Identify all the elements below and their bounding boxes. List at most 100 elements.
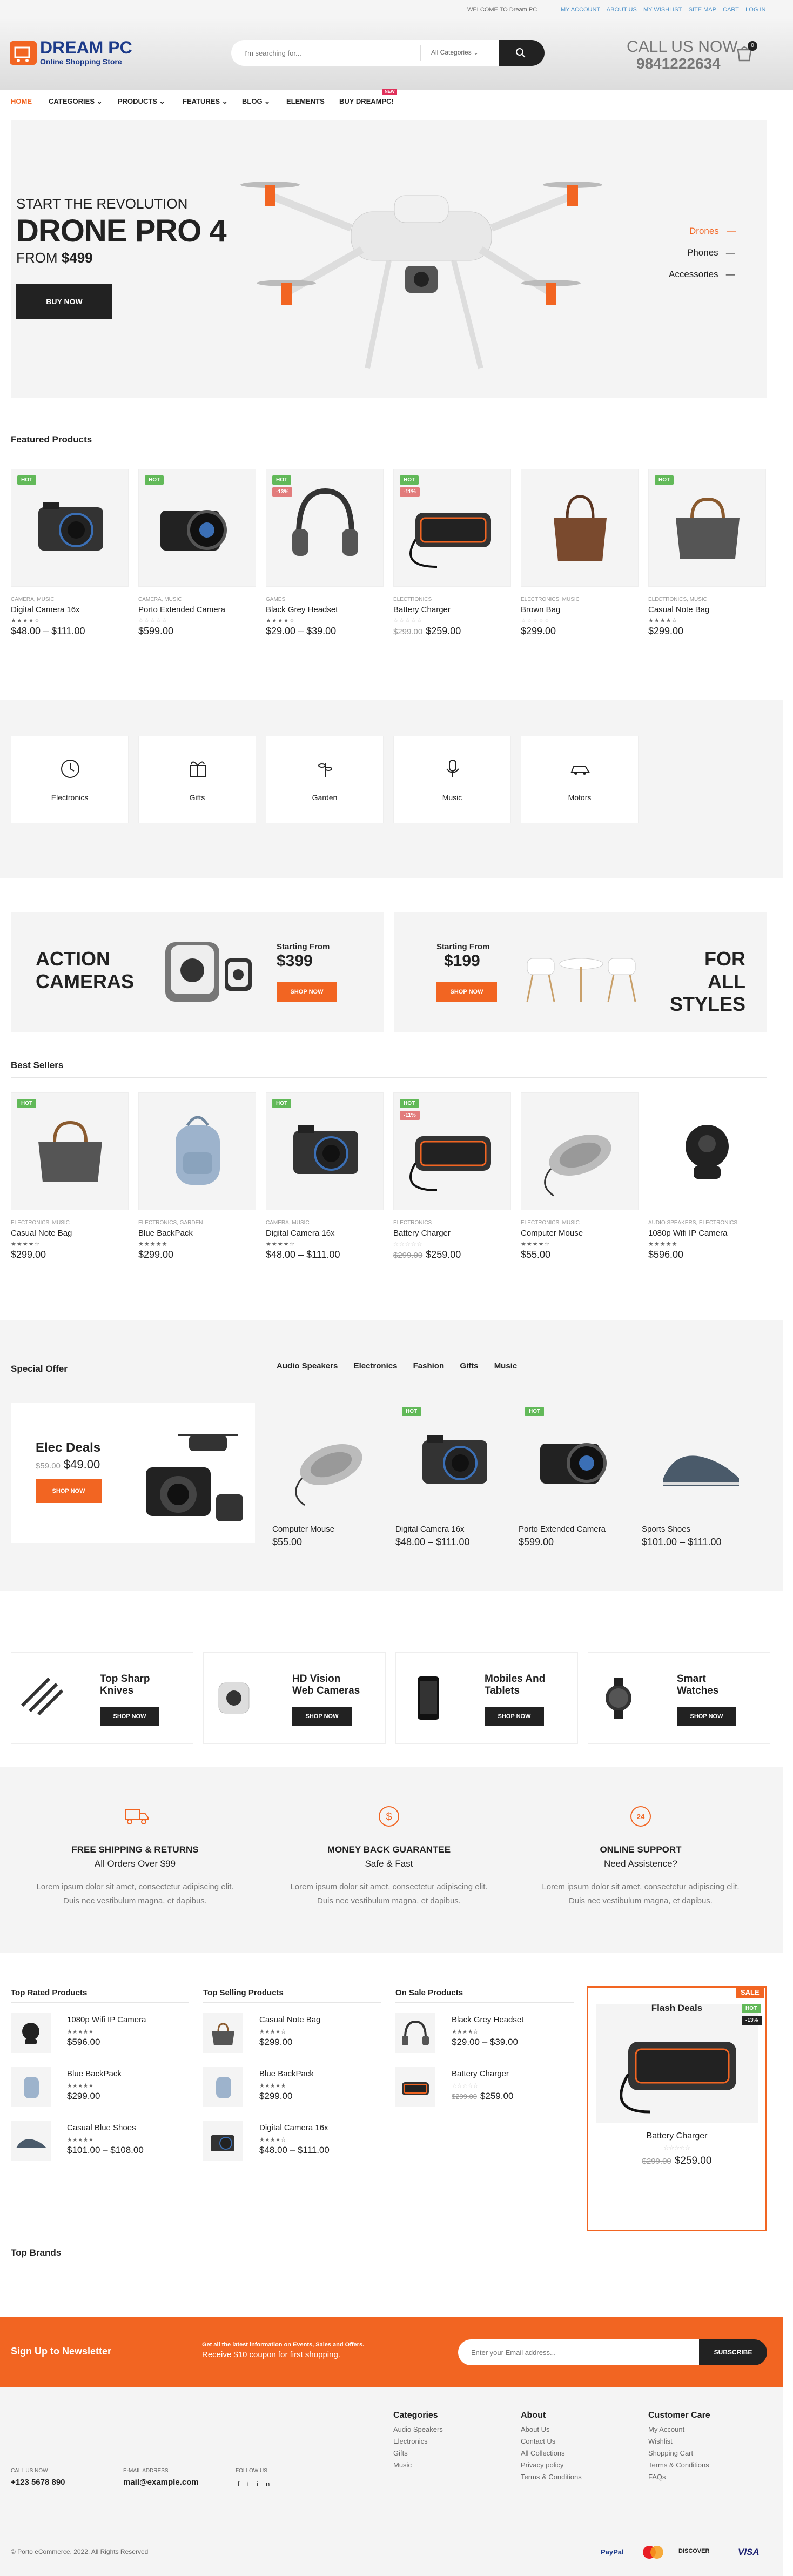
product-card[interactable]: ELECTRONICS, GARDEN Blue BackPack ★★★★★ $29… — [138, 1092, 256, 1260]
product-image[interactable] — [266, 469, 384, 587]
category-garden[interactable]: Garden — [266, 736, 384, 823]
product-name[interactable]: Porto Extended Camera — [519, 1525, 606, 1534]
product-category[interactable]: CAMERA, MUSIC — [138, 596, 256, 602]
my-wishlist-link[interactable]: MY WISHLIST — [643, 6, 682, 13]
product-image[interactable] — [648, 1092, 766, 1210]
product-card[interactable]: HOT ELECTRONICS, MUSIC Casual Note Bag ★★★★… — [648, 469, 766, 636]
list-item[interactable]: 1080p Wifi IP Camera ★★★★★ $596.00 — [11, 2013, 189, 2056]
product-category[interactable]: CAMERA, MUSIC — [11, 596, 129, 602]
hero-side-accessories[interactable]: Accessories — — [669, 269, 735, 280]
product-name[interactable]: Blue BackPack — [138, 1229, 193, 1238]
product-category[interactable]: CAMERA, MUSIC — [266, 1220, 384, 1226]
tab-audio-speakers[interactable]: Audio Speakers — [277, 1361, 338, 1371]
tab-fashion[interactable]: Fashion — [413, 1361, 445, 1371]
list-item[interactable]: Blue BackPack ★★★★★ $299.00 — [203, 2067, 381, 2110]
product-name[interactable]: Sports Shoes — [642, 1525, 690, 1534]
product-name[interactable]: Computer Mouse — [272, 1525, 334, 1534]
mini-banner-shop-now-button[interactable]: SHOP NOW — [677, 1707, 736, 1726]
category-music[interactable]: Music — [393, 736, 511, 823]
twitter-icon[interactable]: t — [247, 2480, 257, 2488]
list-item-name[interactable]: 1080p Wifi IP Camera — [67, 2015, 146, 2024]
facebook-icon[interactable]: f — [238, 2480, 247, 2488]
product-image[interactable] — [138, 469, 256, 587]
special-product-card[interactable]: HOT Digital Camera 16x $48.00 – $111.00 — [395, 1403, 509, 1548]
hero-side-phones[interactable]: Phones — — [687, 247, 735, 258]
product-name[interactable]: Battery Charger — [393, 605, 451, 614]
product-image[interactable] — [521, 1092, 639, 1210]
product-name[interactable]: Battery Charger — [393, 1229, 451, 1238]
deal-shop-now-button[interactable]: SHOP NOW — [36, 1479, 102, 1503]
tab-music[interactable]: Music — [494, 1361, 518, 1371]
nav-blog[interactable]: BLOG ⌄ — [242, 97, 270, 106]
list-item-thumbnail[interactable] — [395, 2013, 435, 2053]
list-item-name[interactable]: Casual Blue Shoes — [67, 2123, 136, 2132]
list-item[interactable]: Casual Note Bag ★★★★☆ $299.00 — [203, 2013, 381, 2056]
buy-now-button[interactable]: BUY NOW — [16, 284, 112, 319]
product-name[interactable]: Digital Camera 16x — [266, 1229, 335, 1238]
tab-gifts[interactable]: Gifts — [460, 1361, 478, 1371]
category-select[interactable]: All Categories ⌄ — [431, 49, 479, 56]
mini-banner[interactable]: Smart Watches SHOP NOW — [588, 1652, 770, 1744]
search-button[interactable] — [499, 40, 545, 66]
list-item[interactable]: Black Grey Headset ★★★★☆ $29.00 – $39.00 — [395, 2013, 574, 2056]
product-card[interactable]: HOT CAMERA, MUSIC Digital Camera 16x ★★★★☆ $… — [266, 1092, 384, 1260]
product-category[interactable]: ELECTRONICS, MUSIC — [521, 1220, 639, 1226]
list-item-name[interactable]: Casual Note Bag — [259, 2015, 320, 2024]
mini-banner-shop-now-button[interactable]: SHOP NOW — [292, 1707, 352, 1726]
list-item-thumbnail[interactable] — [11, 2013, 51, 2053]
for-all-styles-banner[interactable]: Starting From $199 SHOP NOW FOR ALL STYL… — [394, 912, 767, 1032]
mini-banner[interactable]: Top Sharp Knives SHOP NOW — [11, 1652, 193, 1744]
nav-buy-dreampc[interactable]: BUY DREAMPC! — [339, 97, 394, 105]
site-map-link[interactable]: SITE MAP — [689, 6, 716, 13]
list-item[interactable]: Casual Blue Shoes ★★★★★ $101.00 – $108.00 — [11, 2121, 189, 2164]
product-card[interactable]: HOT CAMERA, MUSIC Porto Extended Camera ☆☆☆… — [138, 469, 256, 636]
newsletter-email-input[interactable] — [458, 2339, 699, 2365]
nav-features[interactable]: FEATURES ⌄ — [183, 97, 228, 106]
product-category[interactable]: ELECTRONICS, MUSIC — [648, 596, 766, 602]
product-image[interactable] — [393, 469, 511, 587]
list-item-thumbnail[interactable] — [203, 2067, 243, 2107]
product-category[interactable]: ELECTRONICS, MUSIC — [521, 596, 639, 602]
product-card[interactable]: HOT -13% GAMES Black Grey Headset ★★★★☆ $29.0… — [266, 469, 384, 636]
list-item[interactable]: Digital Camera 16x ★★★★☆ $48.00 – $111.00 — [203, 2121, 381, 2164]
product-name[interactable]: 1080p Wifi IP Camera — [648, 1229, 727, 1238]
product-card[interactable]: HOT CAMERA, MUSIC Digital Camera 16x ★★★★☆ $… — [11, 469, 129, 636]
product-category[interactable]: ELECTRONICS, GARDEN — [138, 1220, 256, 1226]
product-card[interactable]: HOT -11% ELECTRONICS Battery Charger ☆☆☆☆☆ $2… — [393, 469, 511, 636]
product-card[interactable]: AUDIO SPEAKERS, ELECTRONICS 1080p Wifi IP… — [648, 1092, 766, 1260]
footer-email[interactable]: mail@example.com — [123, 2478, 199, 2487]
flash-deals-card[interactable]: SALE Flash Deals Flash Deals HOT -13% Ba… — [587, 1986, 767, 2231]
mini-banner[interactable]: Mobiles And Tablets SHOP NOW — [395, 1652, 578, 1744]
product-card[interactable]: HOT -11% ELECTRONICS Battery Charger ☆☆☆☆☆ $2… — [393, 1092, 511, 1260]
product-image[interactable] — [11, 1092, 129, 1210]
banner-shop-now-button[interactable]: SHOP NOW — [277, 982, 337, 1002]
list-item-thumbnail[interactable] — [395, 2067, 435, 2107]
product-category[interactable]: ELECTRONICS — [393, 1220, 511, 1226]
category-gifts[interactable]: Gifts — [138, 736, 256, 823]
nav-products[interactable]: PRODUCTS ⌄ — [118, 97, 165, 106]
header-phone[interactable]: 9841222634 — [636, 55, 721, 72]
product-image[interactable] — [11, 469, 129, 587]
product-name[interactable]: Brown Bag — [521, 605, 560, 614]
special-product-card[interactable]: Computer Mouse $55.00 — [272, 1403, 386, 1548]
product-category[interactable]: ELECTRONICS, MUSIC — [11, 1220, 129, 1226]
product-card[interactable]: ELECTRONICS, MUSIC Computer Mouse ★★★★☆ $55… — [521, 1092, 639, 1260]
product-image[interactable] — [266, 1092, 384, 1210]
list-item[interactable]: Battery Charger ☆☆☆☆☆ $299.00 $259.00 — [395, 2067, 574, 2110]
list-item-thumbnail[interactable] — [11, 2121, 51, 2161]
search-input[interactable] — [244, 46, 406, 59]
product-name[interactable]: Porto Extended Camera — [138, 605, 225, 614]
action-cameras-banner[interactable]: ACTION CAMERAS Starting From $399 SHOP N… — [11, 912, 384, 1032]
product-name[interactable]: Digital Camera 16x — [11, 605, 80, 614]
mini-banner[interactable]: HD Vision Web Cameras SHOP NOW — [203, 1652, 386, 1744]
banner-shop-now-button-2[interactable]: SHOP NOW — [436, 982, 497, 1002]
product-name[interactable]: Casual Note Bag — [11, 1229, 72, 1238]
list-item-name[interactable]: Black Grey Headset — [452, 2015, 523, 2024]
list-item-thumbnail[interactable] — [203, 2013, 243, 2053]
product-card[interactable]: ELECTRONICS, MUSIC Brown Bag ☆☆☆☆☆ $299.00 — [521, 469, 639, 636]
special-product-card[interactable]: Sports Shoes $101.00 – $111.00 — [642, 1403, 755, 1548]
product-image[interactable] — [272, 1403, 386, 1516]
product-image[interactable] — [519, 1403, 632, 1516]
category-electronics[interactable]: Electronics — [11, 736, 129, 823]
product-image[interactable] — [395, 1403, 509, 1516]
